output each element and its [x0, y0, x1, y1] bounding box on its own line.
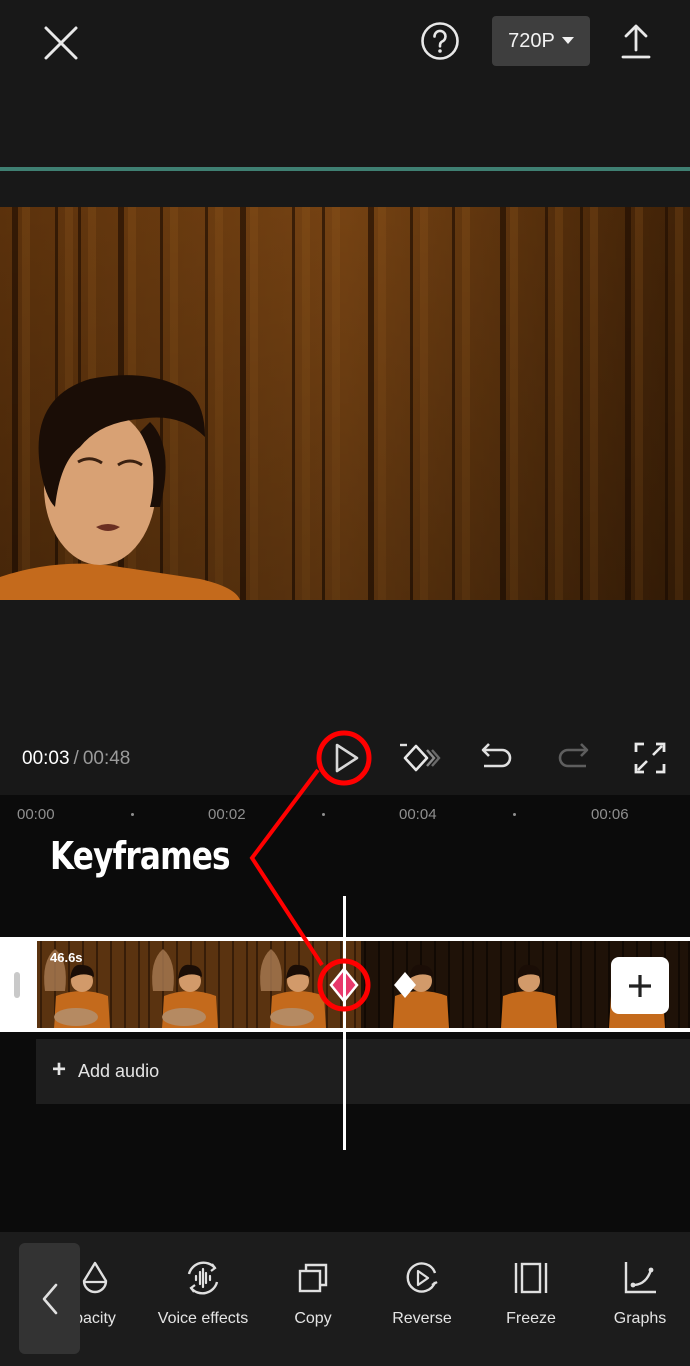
add-audio-label: Add audio: [78, 1061, 160, 1081]
track-trim-handle[interactable]: [14, 972, 20, 998]
clip-thumbnail: [469, 941, 577, 1028]
clip-duration: 46.6s: [50, 950, 83, 965]
graphs-icon: [624, 1262, 656, 1294]
resolution-dropdown[interactable]: 720P: [492, 16, 590, 66]
keyframe-marker[interactable]: [392, 970, 418, 1000]
keyframe-button[interactable]: [397, 736, 441, 780]
ruler-label: 00:00: [17, 806, 55, 823]
add-clip-button[interactable]: [611, 957, 669, 1014]
tool-copy[interactable]: Copy: [258, 1258, 368, 1338]
redo-icon: [558, 743, 589, 768]
total-time: 00:48: [82, 748, 131, 769]
tool-label: Copy: [294, 1310, 332, 1327]
close-icon: [44, 26, 78, 60]
clip-thumbnails: [37, 941, 690, 1028]
video-frame: [0, 207, 690, 600]
preview-top-padding: [0, 171, 690, 207]
clip-thumbnail: [145, 941, 253, 1028]
freeze-icon: [514, 1262, 548, 1294]
add-audio-button[interactable]: + Add audio: [36, 1039, 690, 1104]
keyframe-icon: [400, 743, 441, 772]
ruler-label: 00:02: [208, 806, 246, 823]
ruler-label: 00:06: [591, 806, 629, 823]
tool-voice-effects[interactable]: Voice effects: [148, 1258, 258, 1338]
tool-label: Reverse: [392, 1310, 452, 1327]
video-preview[interactable]: [0, 207, 690, 600]
tool-label: pacity: [74, 1310, 116, 1327]
voice-effects-icon: [187, 1261, 219, 1295]
keyframes-annotation-label: Keyframes: [50, 834, 231, 878]
clip-thumbnail: [685, 941, 690, 1028]
play-icon: [335, 743, 359, 773]
play-button[interactable]: [323, 736, 367, 780]
video-clip[interactable]: [37, 941, 690, 1028]
help-button[interactable]: [419, 20, 461, 62]
close-button[interactable]: [38, 20, 84, 66]
tool-label: Graphs: [613, 1310, 667, 1327]
tool-graphs[interactable]: Graphs: [585, 1258, 690, 1338]
upload-icon: [621, 24, 651, 59]
tool-label: Voice effects: [157, 1310, 249, 1327]
tool-reverse[interactable]: Reverse: [367, 1258, 477, 1338]
ruler-label: 00:04: [399, 806, 437, 823]
fullscreen-icon: [634, 742, 666, 774]
ruler-tick: [513, 813, 516, 816]
undo-button[interactable]: [474, 736, 518, 780]
tool-freeze[interactable]: Freeze: [476, 1258, 586, 1338]
plus-icon: +: [52, 1056, 67, 1083]
caret-down-icon: [561, 36, 574, 44]
ruler-tick: [131, 813, 134, 816]
undo-icon: [481, 743, 512, 768]
redo-button[interactable]: [552, 736, 596, 780]
opacity-drop-icon: [82, 1261, 108, 1294]
resolution-label: 720P: [508, 29, 555, 52]
toolbar-back-button[interactable]: [19, 1243, 80, 1354]
chevron-left-icon: [42, 1283, 57, 1314]
playhead[interactable]: [343, 896, 346, 1150]
ruler-tick: [322, 813, 325, 816]
copy-icon: [298, 1263, 328, 1293]
timecode: 00:03/00:48: [22, 748, 130, 770]
fullscreen-button[interactable]: [628, 736, 672, 780]
reverse-icon: [406, 1262, 438, 1293]
time-separator: /: [73, 748, 79, 769]
plus-icon: [629, 974, 651, 997]
help-circle-icon: [421, 22, 459, 60]
current-time: 00:03: [22, 748, 70, 769]
tool-label: Freeze: [506, 1310, 556, 1327]
export-button[interactable]: [618, 22, 654, 62]
